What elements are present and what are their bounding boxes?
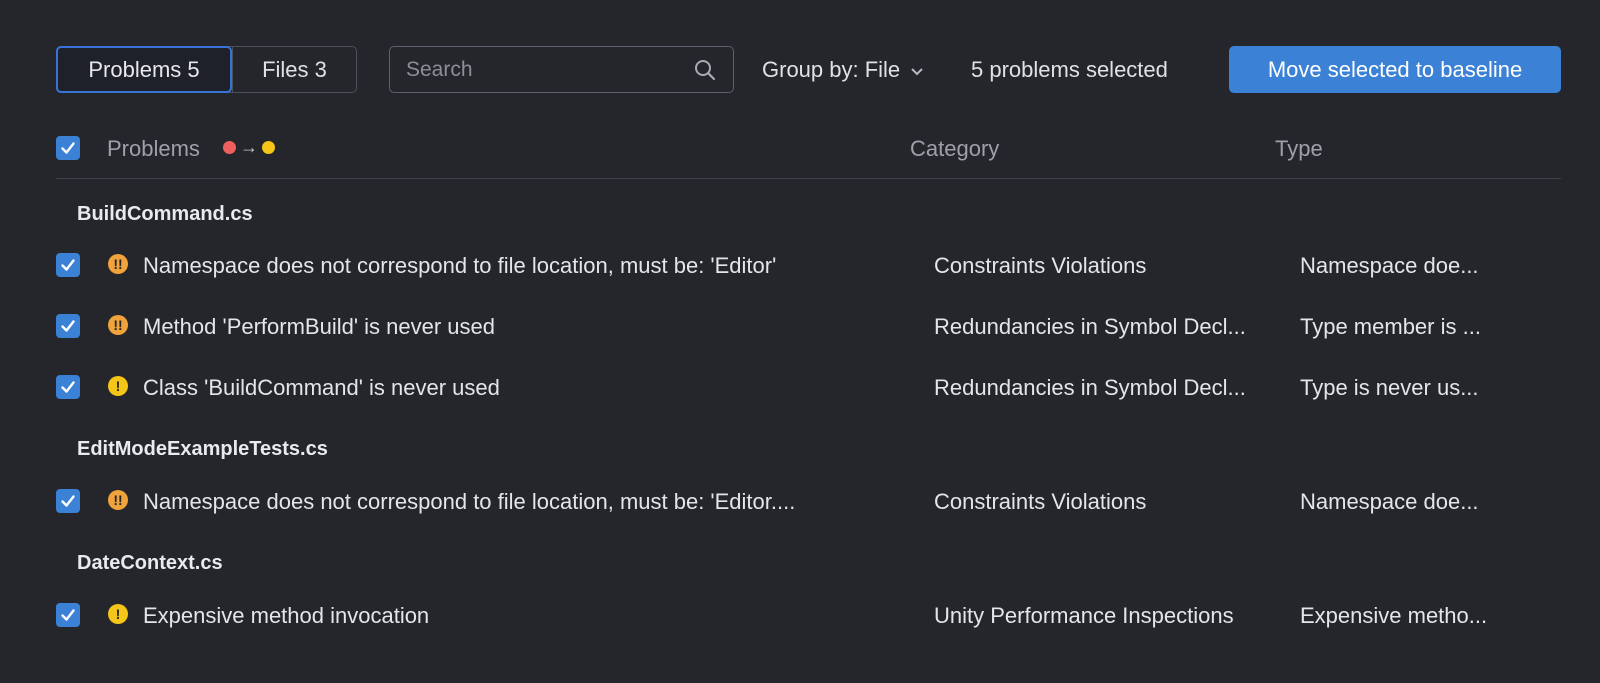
- problem-description: Expensive method invocation: [143, 603, 430, 628]
- problem-category: Unity Performance Inspections: [934, 603, 1234, 628]
- view-tabs: Problems 5 Files 3: [56, 46, 357, 93]
- problem-category: Redundancies in Symbol Decl...: [934, 375, 1246, 400]
- checkmark-icon: [61, 495, 75, 507]
- problem-description: Namespace does not correspond to file lo…: [143, 489, 796, 514]
- checkmark-icon: [61, 142, 75, 154]
- table-row[interactable]: ! Expensive method invocation Unity Perf…: [0, 595, 1600, 635]
- column-header-problems[interactable]: Problems: [107, 136, 200, 162]
- group-header-file: EditModeExampleTests.cs: [77, 438, 328, 460]
- move-to-baseline-button[interactable]: Move selected to baseline: [1229, 46, 1561, 93]
- chevron-down-icon: [910, 57, 924, 83]
- tab-files[interactable]: Files 3: [232, 47, 356, 92]
- problem-type: Namespace doe...: [1300, 489, 1479, 514]
- group-by-dropdown[interactable]: Group by: File: [762, 56, 924, 84]
- group-by-label: Group by: File: [762, 57, 901, 82]
- problem-category: Constraints Violations: [934, 253, 1147, 278]
- selection-status: 5 problems selected: [971, 57, 1168, 82]
- search-box[interactable]: [389, 46, 734, 93]
- table-row[interactable]: !! Namespace does not correspond to file…: [0, 481, 1600, 521]
- problem-description: Method 'PerformBuild' is never used: [143, 314, 496, 339]
- checkmark-icon: [61, 609, 75, 621]
- group-header-file: DateContext.cs: [77, 552, 223, 574]
- warning-severity-icon: !!: [108, 490, 128, 510]
- checkmark-icon: [61, 381, 75, 393]
- arrow-right-icon: →: [240, 137, 258, 157]
- problem-category: Redundancies in Symbol Decl...: [934, 314, 1246, 339]
- suggestion-severity-icon: !: [108, 604, 128, 624]
- checkmark-icon: [61, 259, 75, 271]
- problem-type: Type is never us...: [1300, 375, 1479, 400]
- checkmark-icon: [61, 320, 75, 332]
- error-dot-icon: [223, 141, 236, 154]
- problem-type: Namespace doe...: [1300, 253, 1479, 278]
- header-divider: [56, 178, 1561, 179]
- problem-category: Constraints Violations: [934, 489, 1147, 514]
- problem-type: Type member is ...: [1300, 314, 1481, 339]
- problem-type: Expensive metho...: [1300, 603, 1488, 628]
- row-checkbox[interactable]: [56, 603, 80, 627]
- warning-severity-icon: !!: [108, 254, 128, 274]
- table-row[interactable]: !! Method 'PerformBuild' is never used R…: [0, 306, 1600, 346]
- warning-severity-icon: !!: [108, 315, 128, 335]
- select-all-checkbox[interactable]: [56, 136, 80, 160]
- severity-change-indicator: →: [223, 137, 275, 158]
- problem-description: Namespace does not correspond to file lo…: [143, 253, 777, 278]
- row-checkbox[interactable]: [56, 253, 80, 277]
- group-header-file: BuildCommand.cs: [77, 203, 253, 225]
- search-icon[interactable]: [693, 58, 717, 82]
- row-checkbox[interactable]: [56, 375, 80, 399]
- column-header-category[interactable]: Category: [910, 136, 999, 162]
- warning-dot-icon: [262, 141, 275, 154]
- row-checkbox[interactable]: [56, 489, 80, 513]
- search-input[interactable]: [406, 57, 693, 82]
- problem-description: Class 'BuildCommand' is never used: [143, 375, 500, 400]
- suggestion-severity-icon: !: [108, 376, 128, 396]
- tab-problems[interactable]: Problems 5: [56, 46, 232, 93]
- table-row[interactable]: !! Namespace does not correspond to file…: [0, 245, 1600, 285]
- problems-panel: Problems 5 Files 3 Group by: File 5 prob…: [0, 0, 1600, 683]
- row-checkbox[interactable]: [56, 314, 80, 338]
- column-header-type[interactable]: Type: [1275, 136, 1323, 162]
- table-row[interactable]: ! Class 'BuildCommand' is never used Red…: [0, 367, 1600, 407]
